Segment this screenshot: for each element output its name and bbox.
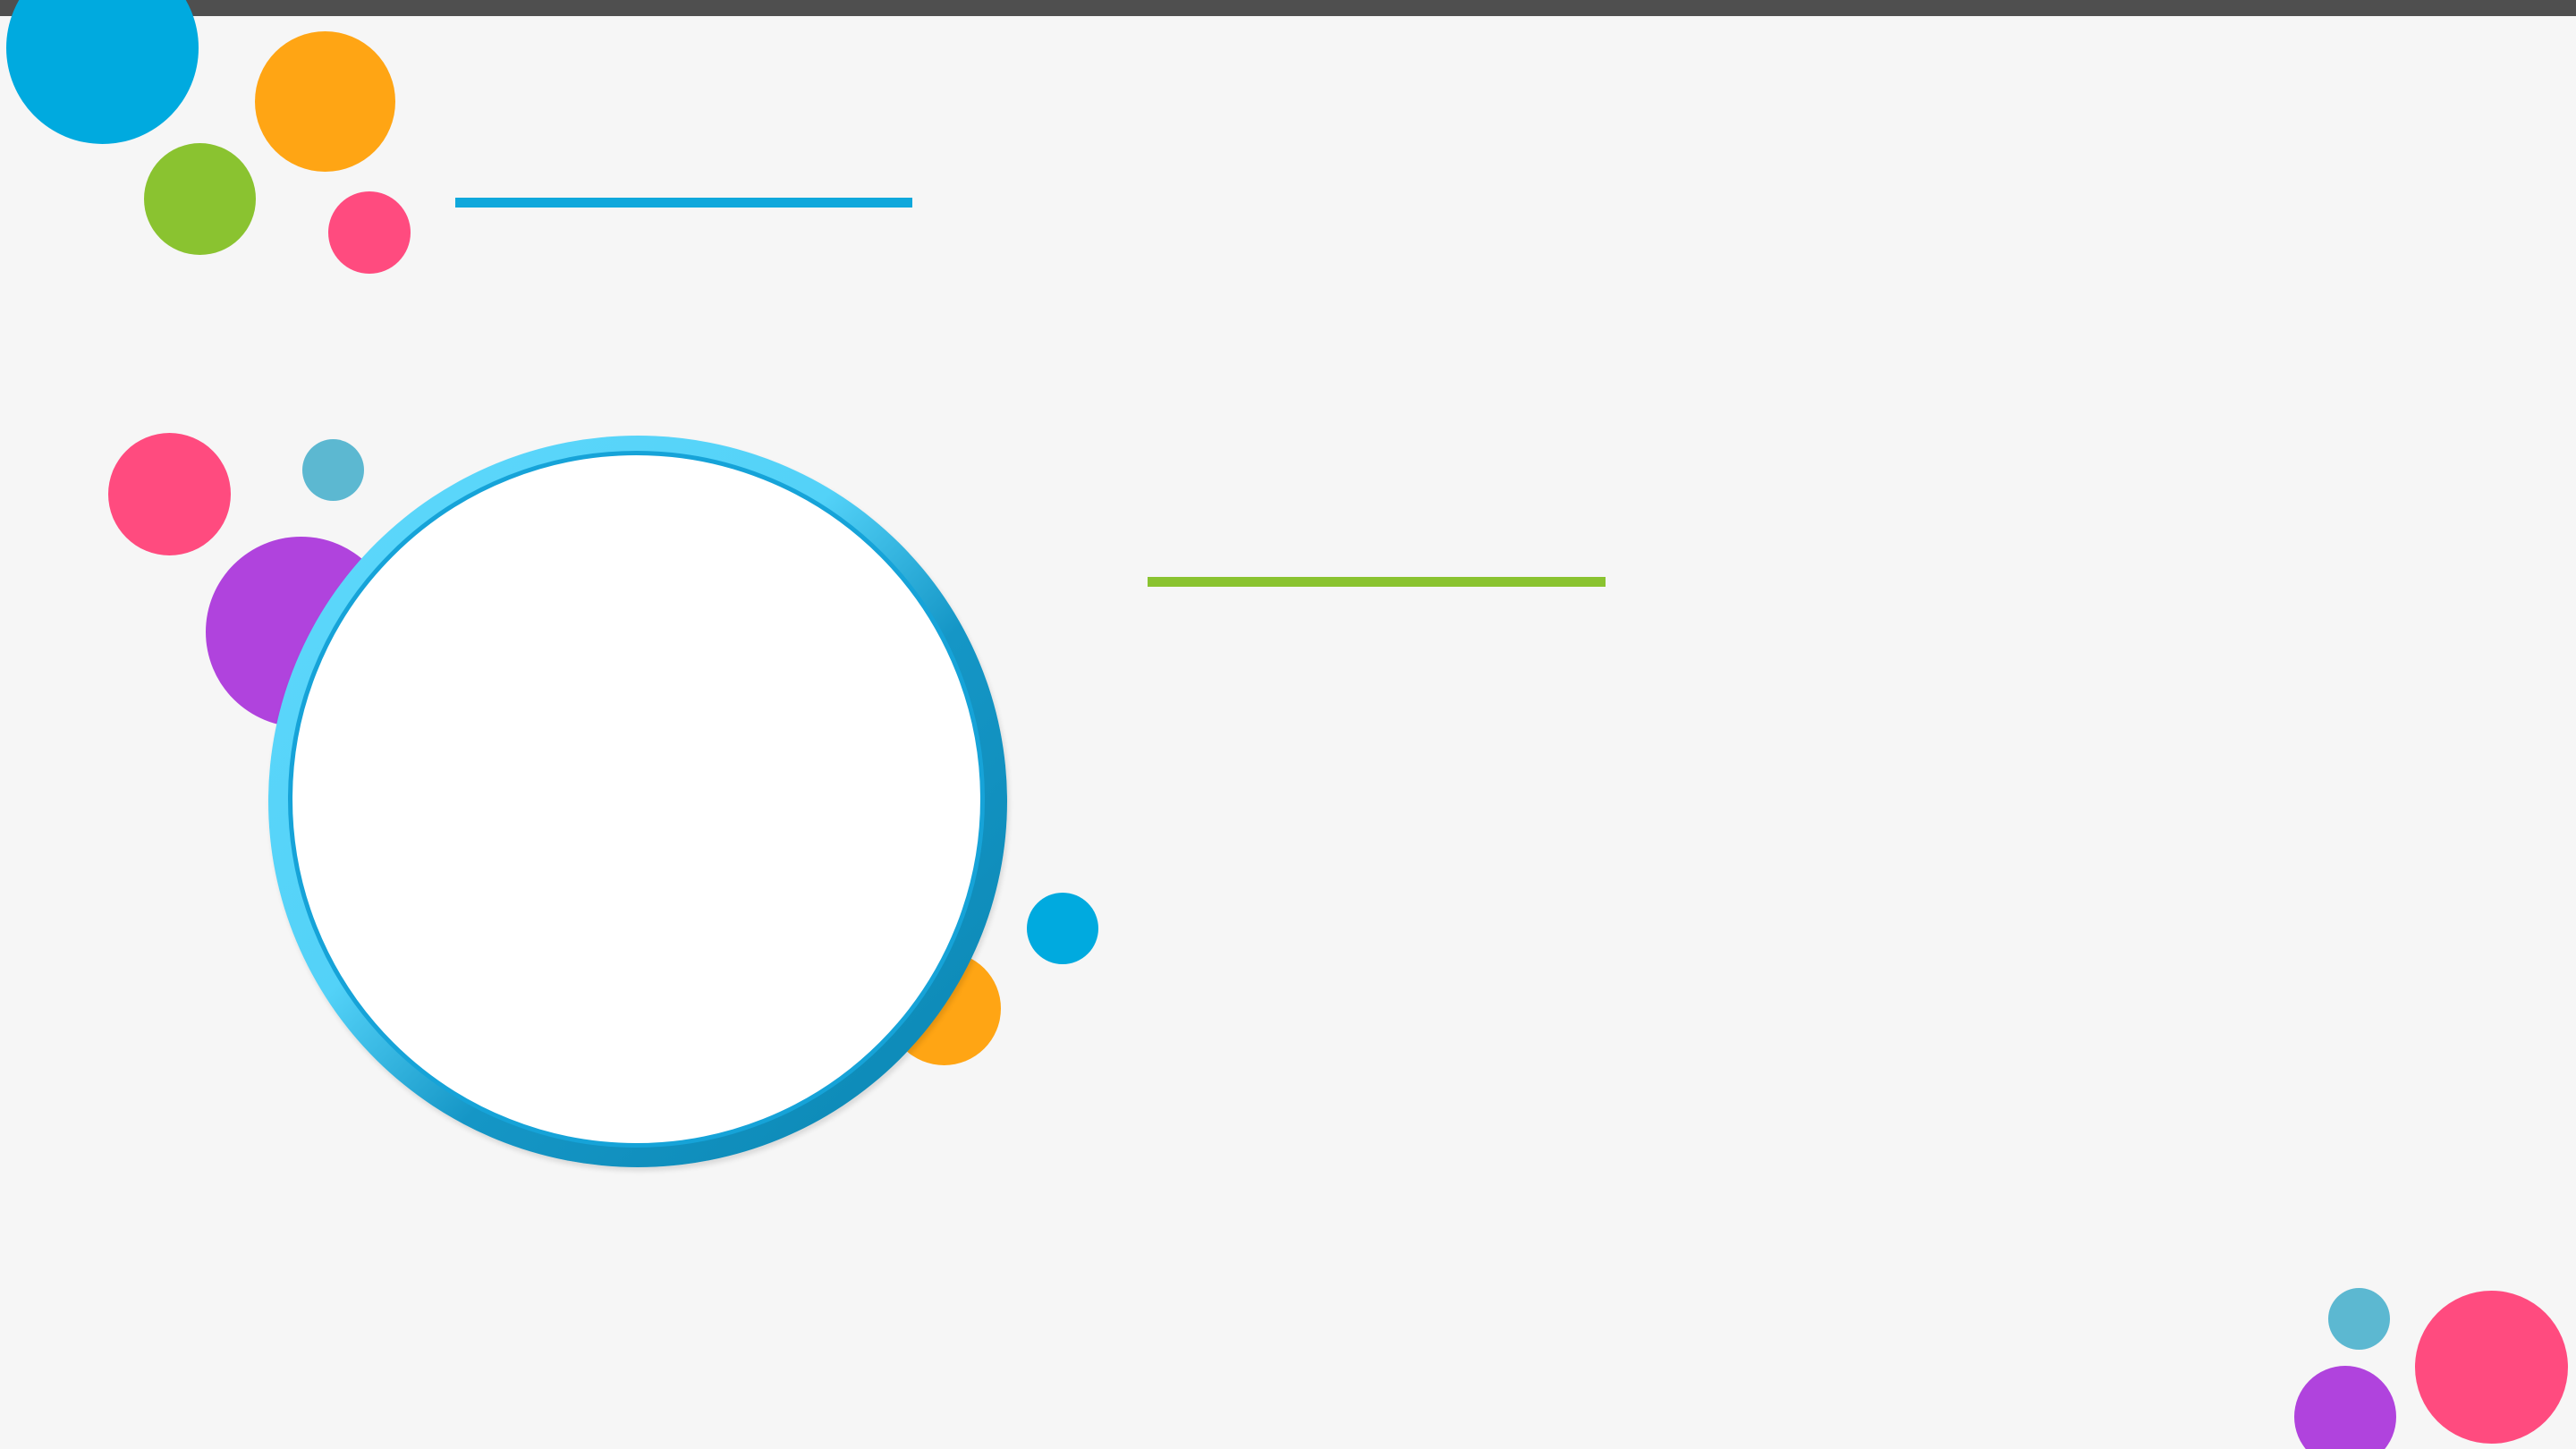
decor-dot-teal (302, 439, 364, 501)
decor-dot-blue-small (1027, 893, 1098, 964)
slide-canvas (0, 0, 2576, 1449)
top-bar (0, 0, 2576, 16)
decor-dot-purple-corner (2294, 1366, 2396, 1449)
decor-dot-pink-small (328, 191, 411, 274)
decor-dot-teal-corner (2328, 1288, 2390, 1350)
decor-dot-blue-large (6, 0, 199, 144)
picture-placeholder[interactable] (288, 451, 985, 1148)
decor-dot-green (144, 143, 256, 255)
accent-rule-blue (455, 198, 912, 208)
accent-rule-green (1148, 577, 1606, 587)
decor-dot-pink-corner (2415, 1291, 2568, 1444)
decor-dot-pink (108, 433, 231, 555)
decor-dot-orange (255, 31, 395, 172)
